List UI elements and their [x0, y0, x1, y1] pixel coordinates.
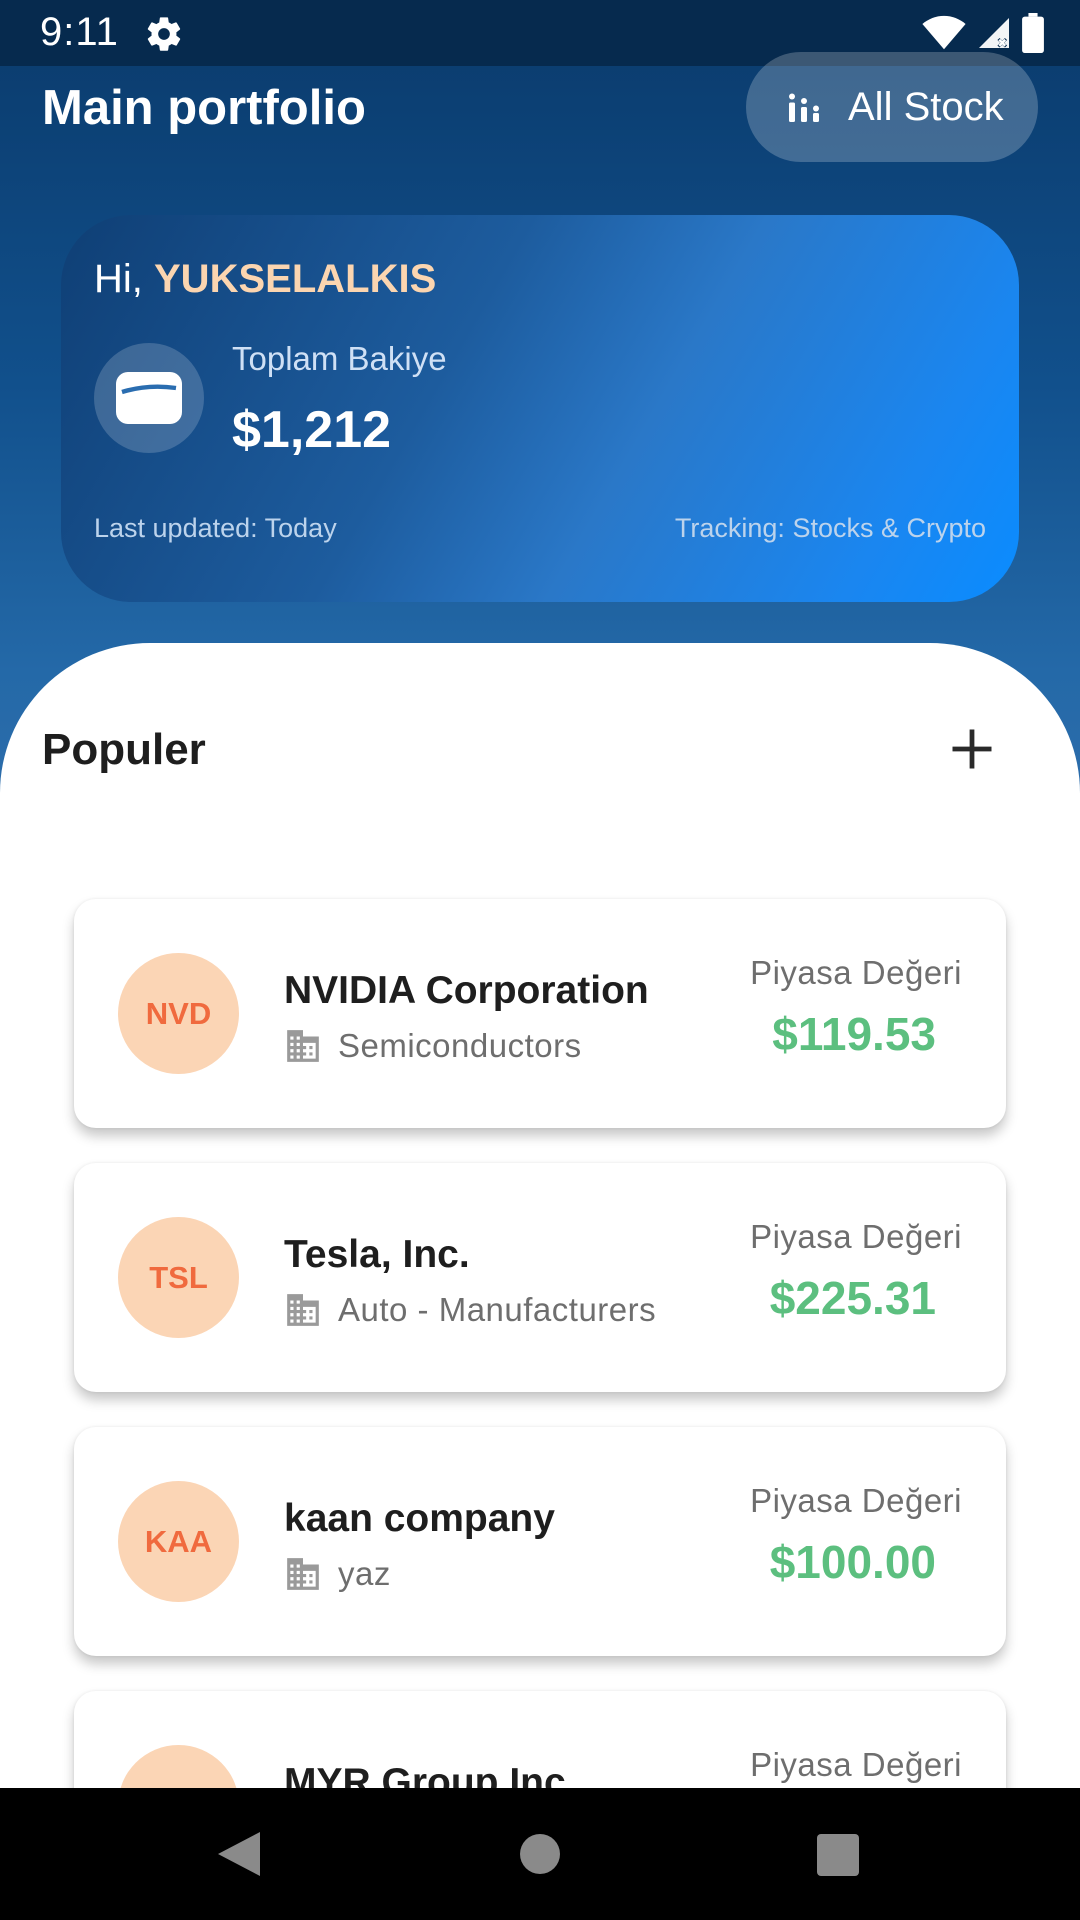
market-value: $225.31	[769, 1272, 936, 1324]
recents-icon[interactable]	[817, 1834, 859, 1876]
chart-bars-icon	[789, 93, 819, 122]
stock-sector: Auto - Manufacturers	[284, 1291, 656, 1329]
tracking-info: Tracking: Stocks & Crypto	[674, 513, 986, 543]
wifi-icon	[922, 15, 966, 50]
stock-avatar: NVD	[118, 953, 239, 1074]
battery-icon	[1022, 13, 1044, 53]
stock-card[interactable]: TSL Tesla, Inc. Auto - Manufacturers Piy…	[74, 1163, 1006, 1392]
sector-label: Semiconductors	[338, 1027, 582, 1064]
stock-name: kaan company	[284, 1497, 555, 1540]
wallet-avatar	[94, 343, 204, 453]
system-nav-bar	[0, 1788, 1080, 1920]
market-value: $100.00	[769, 1536, 936, 1588]
last-updated: Last updated: Today	[94, 513, 337, 543]
back-icon[interactable]	[218, 1832, 260, 1876]
stock-avatar: TSL	[118, 1217, 239, 1338]
market-label: Piyasa Değeri	[750, 1482, 962, 1519]
wallet-icon	[116, 372, 182, 424]
stock-card[interactable]: NVD NVIDIA Corporation Semiconductors Pi…	[74, 899, 1006, 1128]
stock-avatar: KAA	[118, 1481, 239, 1602]
home-icon[interactable]	[520, 1834, 560, 1874]
market-label: Piyasa Değeri	[750, 1218, 962, 1255]
stock-sector: yaz	[284, 1555, 391, 1593]
popular-section: Populer NVD NVIDIA Corporation Semicondu…	[0, 643, 1080, 1920]
stock-sector: Semiconductors	[284, 1027, 582, 1065]
balance-card: Hi, YUKSELALKIS Toplam Bakiye $1,212 Las…	[61, 215, 1019, 602]
stock-name: NVIDIA Corporation	[284, 969, 649, 1012]
status-time: 9:11	[40, 10, 119, 54]
add-icon[interactable]	[946, 723, 998, 775]
greeting: Hi, YUKSELALKIS	[94, 257, 436, 302]
all-stock-label: All Stock	[848, 84, 1004, 129]
building-icon	[287, 1558, 319, 1590]
balance-value: $1,212	[232, 401, 392, 459]
balance-label: Toplam Bakiye	[232, 340, 447, 377]
stock-name: Tesla, Inc.	[284, 1233, 470, 1276]
market-value: $119.53	[772, 1008, 936, 1060]
building-icon	[287, 1294, 319, 1326]
sector-label: yaz	[338, 1555, 391, 1592]
signal-icon	[979, 18, 1009, 48]
status-icons	[922, 12, 1044, 54]
greeting-prefix: Hi,	[94, 257, 154, 301]
sector-label: Auto - Manufacturers	[338, 1291, 657, 1328]
gear-icon	[147, 17, 181, 51]
market-label: Piyasa Değeri	[750, 954, 962, 991]
page-title: Main portfolio	[42, 81, 366, 135]
all-stock-button[interactable]: All Stock	[746, 52, 1038, 162]
username: YUKSELALKIS	[154, 257, 437, 301]
market-label: Piyasa Değeri	[750, 1746, 962, 1783]
section-title: Populer	[42, 725, 206, 774]
building-icon	[287, 1030, 319, 1062]
stock-card[interactable]: KAA kaan company yaz Piyasa Değeri $100.…	[74, 1427, 1006, 1656]
